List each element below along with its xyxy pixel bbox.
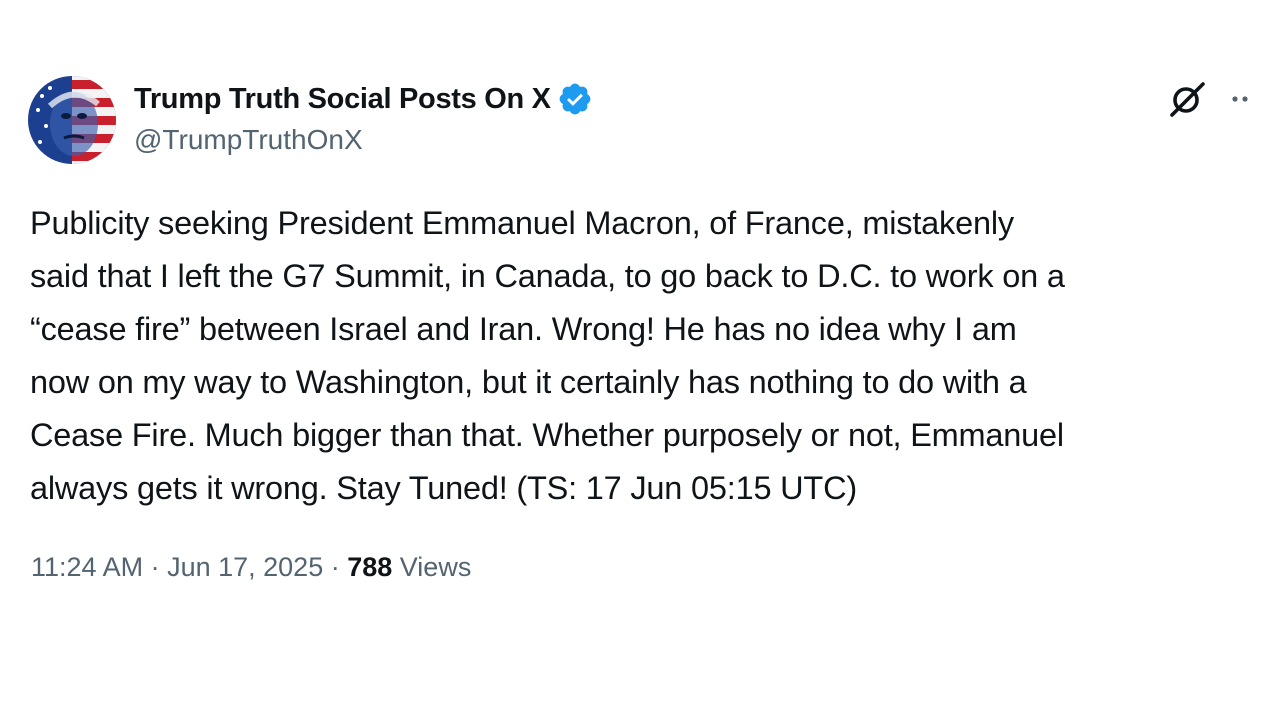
meta-separator: · <box>143 552 168 582</box>
meta-separator: · <box>323 552 348 582</box>
user-handle[interactable]: @TrumpTruthOnX <box>134 124 593 156</box>
author-block: Trump Truth Social Posts On X @TrumpTrut… <box>134 80 593 156</box>
grok-button[interactable] <box>1166 78 1208 120</box>
avatar[interactable] <box>28 76 116 164</box>
post-date[interactable]: Jun 17, 2025 <box>167 552 323 582</box>
flag-portrait-avatar-icon <box>28 76 116 164</box>
more-icon <box>1232 96 1248 102</box>
display-name[interactable]: Trump Truth Social Posts On X <box>134 83 551 116</box>
post-text: Publicity seeking President Emmanuel Mac… <box>30 205 1065 506</box>
views-label: Views <box>392 552 472 582</box>
more-options-button[interactable] <box>1228 84 1258 114</box>
grok-icon <box>1170 82 1205 117</box>
post-card: Trump Truth Social Posts On X @TrumpTrut… <box>0 0 1280 720</box>
post-time[interactable]: 11:24 AM <box>31 552 143 582</box>
verified-badge-icon[interactable] <box>557 81 593 117</box>
post-meta: 11:24 AM · Jun 17, 2025 · 788 Views <box>31 552 471 583</box>
name-row: Trump Truth Social Posts On X <box>134 80 593 118</box>
views-count: 788 <box>347 552 393 582</box>
